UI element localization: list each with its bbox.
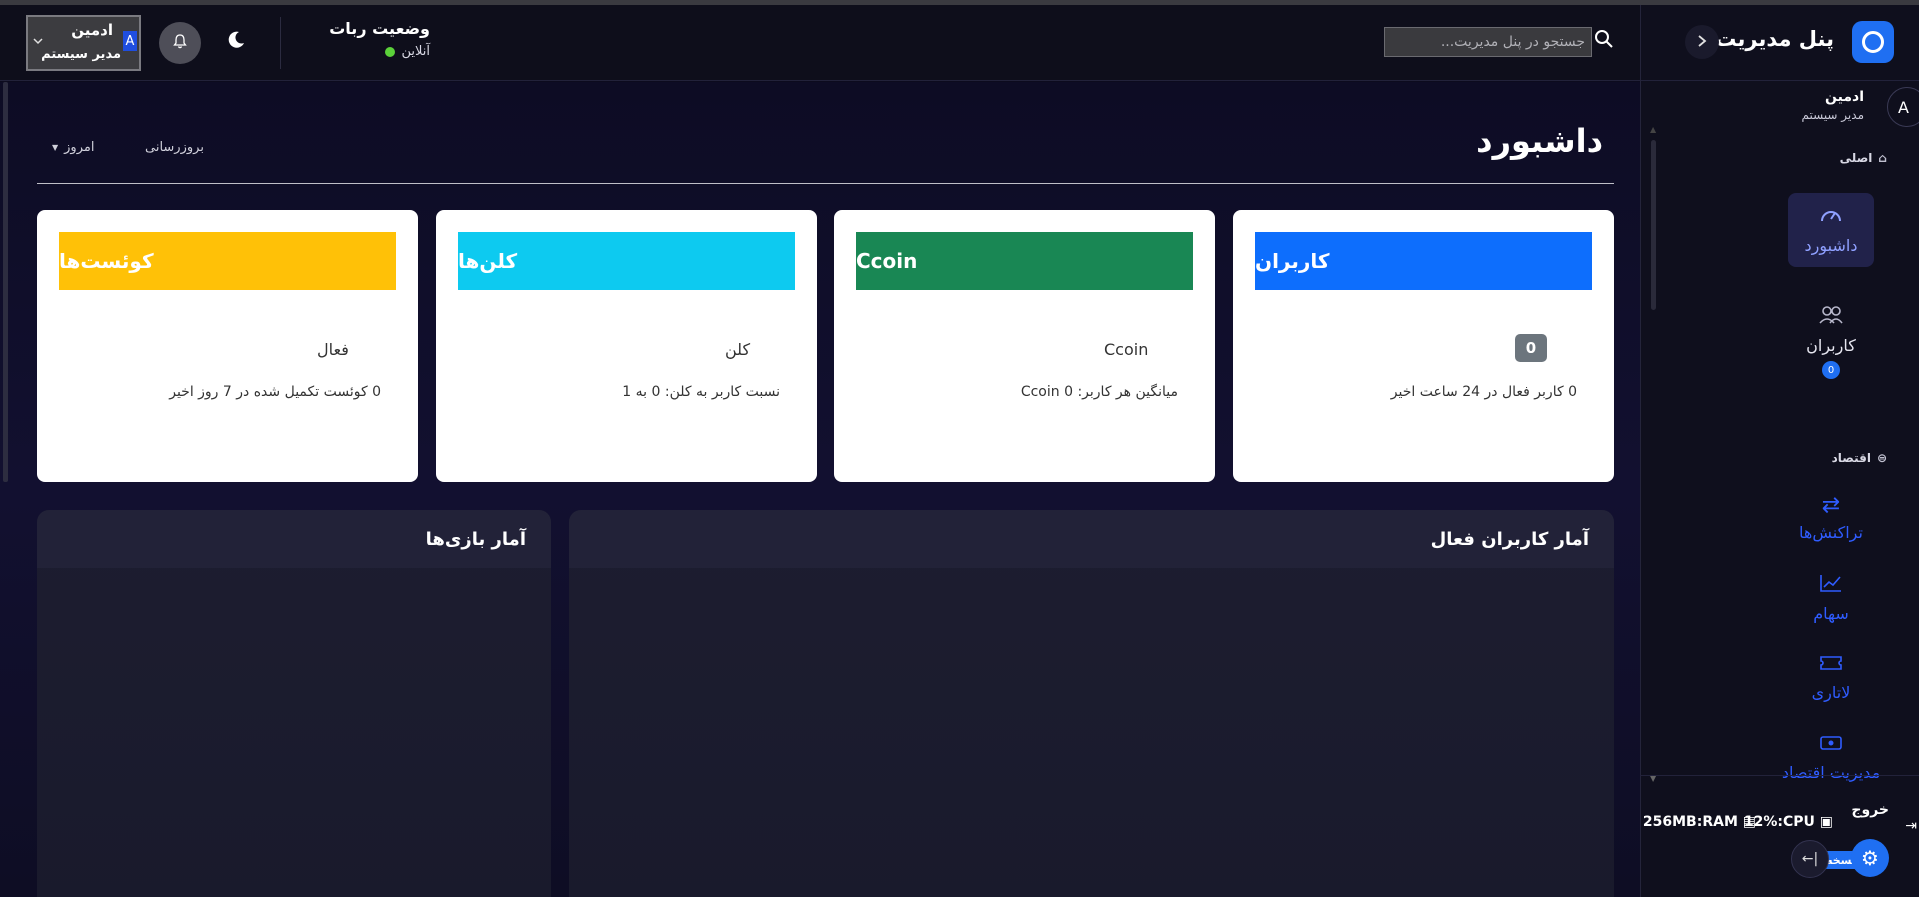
cpu-icon: ▣ (1819, 814, 1833, 830)
chevron-right-icon (1695, 32, 1709, 53)
sidebar: پنل مدیریت A ادمین مدیر سیستم ▲ ▼ ⌂ اصلی… (1640, 5, 1919, 897)
gear-icon: ⚙ (1861, 846, 1879, 870)
sidebar-title: پنل مدیریت (1715, 27, 1834, 51)
sidebar-item-transactions[interactable]: ⇄ تراکنش‌ها (1788, 481, 1874, 555)
sidebar-item-label: داشبورد (1804, 236, 1858, 255)
caret-down-icon: ▼ (52, 143, 59, 152)
active-users-panel: آمار کاربران فعال (569, 510, 1614, 897)
card-subtitle: نسبت کاربر به کلن: 0 به 1 (622, 384, 780, 400)
top-bar: وضعیت ربات آنلاین ادمین مدیر سیستم A (0, 5, 1640, 81)
arrow-left-bar-icon: ←| (1801, 851, 1819, 867)
panel-title: آمار بازی‌ها (37, 510, 551, 568)
card-value: کلن (725, 340, 751, 359)
home-icon: ⌂ (1878, 151, 1887, 165)
status-label: آنلاین (401, 44, 430, 59)
card-title: کوئست‌ها (59, 232, 396, 290)
sidebar-item-label: کاربران (1806, 336, 1856, 355)
games-stats-panel: آمار بازی‌ها (37, 510, 551, 897)
card-value: Ccoin (1104, 340, 1149, 359)
bot-status-value: آنلاین (310, 44, 430, 59)
card-value: فعال (317, 340, 349, 359)
settings-button[interactable]: ⚙ (1851, 839, 1889, 877)
sidebar-item-users[interactable]: کاربران 0 (1788, 305, 1874, 379)
logout-button[interactable]: خروج (1851, 802, 1889, 818)
period-dropdown[interactable]: امروز ▼ (52, 140, 94, 155)
search-input[interactable] (1384, 27, 1592, 57)
logout-icon[interactable]: ⇥ (1905, 818, 1917, 834)
search-icon[interactable] (1594, 29, 1614, 49)
divider (280, 17, 281, 69)
avatar: A (123, 31, 137, 51)
collapse-sidebar-button[interactable]: ←| (1791, 840, 1829, 878)
section-label: اقتصاد (1831, 451, 1871, 465)
user-menu-button[interactable]: ادمین مدیر سیستم A (26, 15, 141, 71)
section-label: اصلی (1839, 151, 1873, 165)
sidebar-item-label: تراکنش‌ها (1799, 522, 1863, 542)
card-title: Ccoin (856, 232, 1193, 290)
card-ccoin: Ccoin Ccoin میانگین هر کاربر: 0 Ccoin (834, 210, 1215, 482)
refresh-button[interactable]: بروزرسانی (145, 140, 204, 155)
online-dot-icon (385, 46, 396, 57)
main-scrollbar[interactable] (3, 82, 8, 482)
user-role: مدیر سیستم (41, 47, 121, 62)
card-title: کلن‌ها (458, 232, 795, 290)
ticket-icon (1819, 654, 1843, 677)
coin-icon: ⊜ (1876, 451, 1887, 465)
sidebar-item-dashboard[interactable]: داشبورد (1788, 193, 1874, 267)
main-content: داشبورد بروزرسانی امروز ▼ کاربران 0 0 کا… (0, 82, 1640, 897)
sidebar-user-name: ادمین (1825, 89, 1864, 105)
card-subtitle: میانگین هر کاربر: 0 Ccoin (1020, 384, 1178, 400)
user-name: ادمین (71, 21, 113, 39)
card-clans: کلن‌ها کلن نسبت کاربر به کلن: 0 به 1 (436, 210, 817, 482)
card-title: کاربران (1255, 232, 1592, 290)
section-main: ⌂ اصلی (1840, 151, 1887, 165)
cash-icon (1819, 734, 1843, 757)
card-subtitle: 0 کوئست تکمیل شده در 7 روز اخیر (169, 384, 381, 400)
users-count-badge: 0 (1822, 361, 1840, 379)
section-economy: ⊜ اقتصاد (1832, 451, 1887, 465)
ram-stat: 256MB:RAM ▤ (1642, 814, 1756, 830)
logo-icon (1852, 21, 1894, 63)
bell-icon (172, 33, 188, 53)
panel-title: آمار کاربران فعال (569, 510, 1614, 568)
sidebar-header: پنل مدیریت (1641, 5, 1919, 81)
card-users: کاربران 0 0 کاربر فعال در 24 ساعت اخیر (1233, 210, 1614, 482)
sidebar-collapse-button[interactable] (1685, 25, 1719, 59)
sidebar-item-lottery[interactable]: لاتاری (1788, 641, 1874, 715)
users-count-badge: 0 (1515, 334, 1547, 362)
sidebar-footer: 12%:CPU ▣ 256MB:RAM ▤ خروج ⇥ نسخه 2.0 ←|… (1640, 775, 1919, 897)
card-subtitle: 0 کاربر فعال در 24 ساعت اخیر (1390, 384, 1577, 400)
sidebar-item-label: سهام (1813, 604, 1849, 623)
users-icon (1818, 305, 1844, 330)
sidebar-user: A ادمین مدیر سیستم (1640, 83, 1919, 133)
period-label: امروز (64, 140, 95, 155)
memory-icon: ▤ (1742, 814, 1756, 830)
page-title: داشبورد (1476, 122, 1603, 160)
moon-icon[interactable] (226, 30, 246, 55)
avatar: A (1887, 87, 1919, 127)
bot-status-title: وضعیت ربات (329, 19, 430, 38)
chart-line-icon (1819, 573, 1843, 598)
gauge-icon (1819, 205, 1843, 230)
sidebar-user-role: مدیر سیستم (1801, 108, 1865, 122)
notifications-button[interactable] (159, 22, 201, 64)
title-divider (37, 183, 1614, 184)
sidebar-item-label: لاتاری (1811, 683, 1851, 702)
bot-status: وضعیت ربات آنلاین (310, 19, 430, 59)
card-quests: کوئست‌ها فعال 0 کوئست تکمیل شده در 7 روز… (37, 210, 418, 482)
cpu-stat: 12%:CPU ▣ (1743, 814, 1833, 830)
transfer-icon: ⇄ (1821, 492, 1841, 518)
sidebar-scrollbar[interactable]: ▲ ▼ (1650, 125, 1657, 783)
sidebar-item-stocks[interactable]: سهام (1788, 561, 1874, 635)
